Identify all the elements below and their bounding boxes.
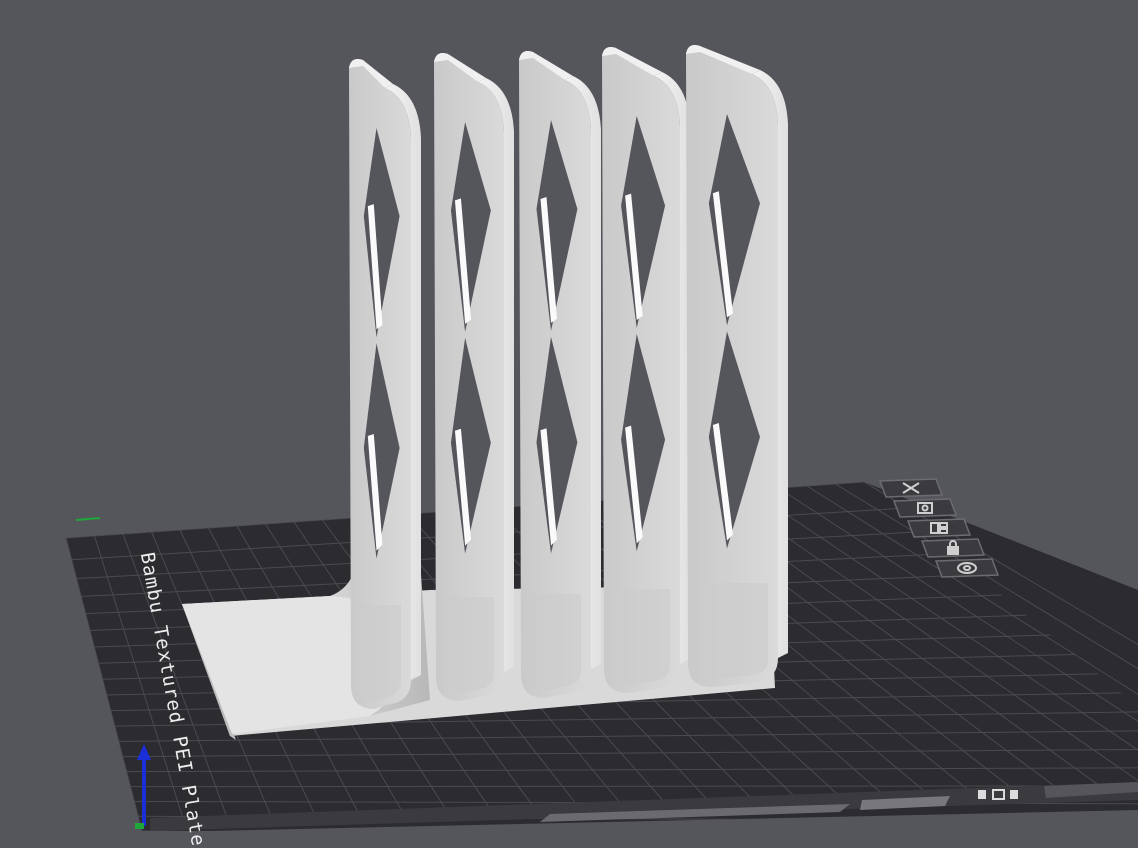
plate-settings-button[interactable]	[936, 559, 998, 577]
model-object[interactable]	[182, 45, 788, 740]
lock-plate-button[interactable]	[922, 539, 984, 557]
3d-viewport[interactable]: Bambu Textured PEI Plate	[0, 0, 1138, 831]
orient-plate-button[interactable]	[894, 499, 956, 517]
remove-plate-button[interactable]	[880, 479, 942, 497]
divider-5	[686, 45, 788, 687]
divider-3	[519, 51, 601, 698]
divider-1	[349, 59, 421, 709]
origin-marker	[76, 518, 100, 520]
divider-4	[602, 47, 690, 693]
arrange-plate-button[interactable]	[908, 519, 970, 537]
divider-2	[434, 53, 514, 701]
